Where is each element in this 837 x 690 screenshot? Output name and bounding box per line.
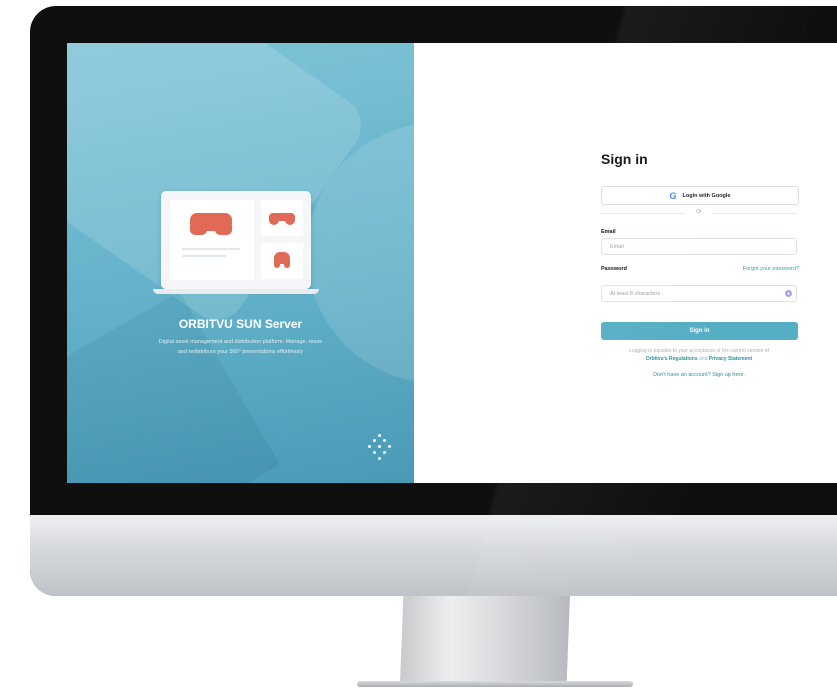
monitor: ORBITVU SUN Server Digital asset managem… bbox=[30, 6, 837, 596]
regulations-link[interactable]: Orbitvu's Regulations bbox=[646, 356, 698, 362]
email-field[interactable] bbox=[601, 238, 797, 255]
password-field[interactable] bbox=[601, 285, 797, 302]
monitor-stand bbox=[400, 596, 570, 684]
promo-panel: ORBITVU SUN Server Digital asset managem… bbox=[67, 43, 414, 483]
page-title: Sign in bbox=[601, 151, 648, 167]
privacy-link[interactable]: Privacy Statement bbox=[709, 356, 752, 362]
or-divider: Or bbox=[601, 209, 797, 217]
signin-button[interactable]: Sign in bbox=[601, 322, 798, 340]
eye-icon[interactable]: ● bbox=[785, 290, 792, 297]
google-icon: G bbox=[669, 190, 677, 201]
google-login-button[interactable]: G Login with Google bbox=[601, 186, 799, 205]
promo-description: Digital asset management and distributio… bbox=[158, 339, 323, 355]
or-text: Or bbox=[696, 209, 702, 215]
laptop-illustration bbox=[161, 191, 311, 289]
google-login-label: Login with Google bbox=[682, 192, 731, 199]
gamepad-icon bbox=[190, 213, 232, 235]
dots-logo-icon bbox=[368, 434, 391, 460]
password-label: Password bbox=[601, 266, 627, 272]
signup-link[interactable]: Don't have an account? Sign up here. bbox=[601, 372, 797, 378]
forgot-password-link[interactable]: Forgot your password? bbox=[743, 266, 799, 272]
promo-title: ORBITVU SUN Server bbox=[178, 317, 303, 331]
laptop-base bbox=[153, 289, 319, 294]
email-label: Email bbox=[601, 229, 616, 235]
gamepad-icon bbox=[274, 252, 290, 268]
product-thumbnail bbox=[261, 200, 303, 236]
gamepad-icon bbox=[269, 213, 295, 225]
product-thumbnail bbox=[261, 243, 303, 279]
screen: ORBITVU SUN Server Digital asset managem… bbox=[67, 43, 837, 483]
terms-text: Logging in equates to your acceptance of… bbox=[629, 348, 769, 362]
product-card bbox=[170, 200, 254, 280]
monitor-foot bbox=[357, 681, 633, 687]
monitor-chin bbox=[30, 515, 837, 596]
